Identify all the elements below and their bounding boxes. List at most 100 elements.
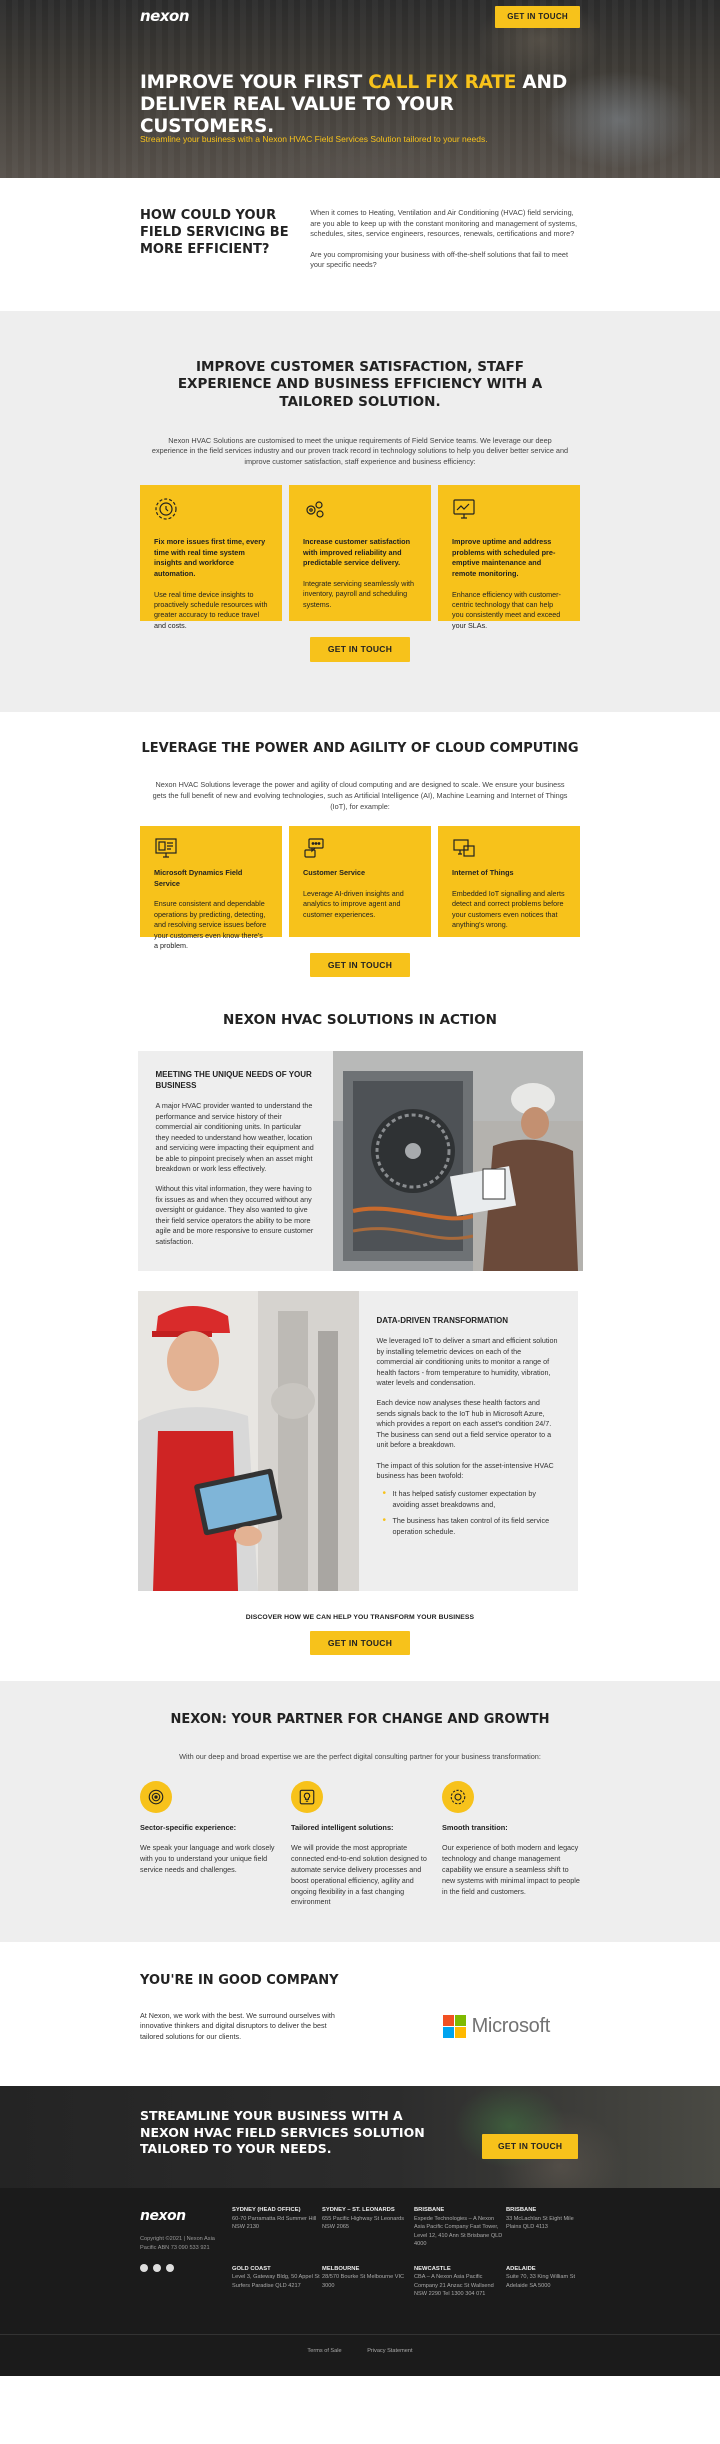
technology-card-heading: Internet of Things <box>452 868 514 878</box>
case-study-paragraph: We leveraged IoT to deliver a smart and … <box>376 1336 558 1387</box>
office-address: 655 Pacific Highway St Leonards NSW 2065 <box>322 2215 405 2231</box>
transition-icon <box>442 1780 474 1813</box>
office-list: SYDNEY (HEAD OFFICE) 60-70 Parramatta Rd … <box>232 2206 578 2298</box>
technician-tablet-illustration <box>137 1291 359 1592</box>
intro-paragraph-2: Are you compromising your business with … <box>310 249 568 270</box>
good-company-text: At Nexon, we work with the best. We surr… <box>140 2010 335 2041</box>
office-item: ADELAIDE Suite 70, 33 King William St Ade… <box>506 2265 578 2299</box>
cloud-section: LEVERAGE THE POWER AND AGILITY OF CLOUD … <box>0 712 720 998</box>
monitor-chart-icon <box>453 499 475 519</box>
office-name: BRISBANE <box>414 2207 445 2214</box>
impact-list: It has helped satisfy customer expectati… <box>377 1489 560 1537</box>
cta-band-title: STREAMLINE YOUR BUSINESS WITH A NEXON HV… <box>140 2108 425 2156</box>
technology-card: Microsoft Dynamics Field Service Ensure … <box>140 826 282 950</box>
partner-column: Smooth transition: Our experience of bot… <box>442 1780 580 1909</box>
impact-list-item: The business has taken control of its fi… <box>383 1516 560 1537</box>
network-icon <box>453 839 475 857</box>
case-study-row-1: MEETING THE UNIQUE NEEDS OF YOUR BUSINES… <box>137 1051 583 1272</box>
partner-column-text: We will provide the most appropriate con… <box>291 1843 427 1907</box>
action-section-title: NEXON HVAC SOLUTIONS IN ACTION <box>223 1012 497 1029</box>
cta-band-get-in-touch-button[interactable]: GET IN TOUCH <box>482 2134 579 2159</box>
office-item: MELBOURNE 28/570 Bourke St Melbourne VIC … <box>322 2265 414 2299</box>
technology-card-heading: Customer Service <box>303 868 366 878</box>
office-item: BRISBANE Expede Technologies – A Nexon As… <box>414 2206 506 2248</box>
technician-tablet-image <box>137 1291 359 1592</box>
intro-section: HOW COULD YOUR FIELD SERVICING BE MORE E… <box>0 178 720 311</box>
hero-subtitle: Streamline your business with a Nexon HV… <box>140 134 488 144</box>
office-item: SYDNEY (HEAD OFFICE) 60-70 Parramatta Rd … <box>232 2206 322 2248</box>
microsoft-logo: Microsoft <box>442 2012 551 2041</box>
cloud-cards: Microsoft Dynamics Field Service Ensure … <box>140 826 580 950</box>
intro-text: When it comes to Heating, Ventilation an… <box>310 208 580 271</box>
benefit-card: Improve uptime and address problems with… <box>438 485 580 630</box>
microsoft-square-yellow <box>454 2027 466 2039</box>
partner-column-heading: Smooth transition: <box>442 1822 508 1832</box>
action-get-in-touch-button[interactable]: GET IN TOUCH <box>309 1630 411 1656</box>
intro-heading: HOW COULD YOUR FIELD SERVICING BE MORE E… <box>140 208 289 257</box>
partner-column-heading: Tailored intelligent solutions: <box>291 1822 394 1832</box>
partner-columns: Sector-specific experience: We speak you… <box>140 1780 580 1909</box>
office-name: GOLD COAST <box>232 2265 271 2272</box>
technician-hvac-unit-image <box>332 1051 583 1272</box>
social-links <box>140 2264 232 2273</box>
partner-column-text: We speak your language and work closely … <box>140 1843 275 1874</box>
hero-section: nexon GET IN TOUCH IMPROVE YOUR FIRST CA… <box>0 0 720 178</box>
customer-section-lead: Nexon HVAC Solutions are customised to m… <box>151 435 569 466</box>
customer-get-in-touch-button[interactable]: GET IN TOUCH <box>309 637 411 662</box>
case-study-paragraph: Each device now analyses these health fa… <box>376 1398 552 1450</box>
technology-card-text: Embedded IoT signalling and alerts detec… <box>452 888 565 930</box>
technology-card-text: Ensure consistent and dependable operati… <box>154 899 267 951</box>
customer-satisfaction-section: IMPROVE CUSTOMER SATISFACTION, STAFF EXP… <box>0 310 720 712</box>
technology-card: Internet of Things Embedded IoT signalli… <box>438 826 580 938</box>
terms-of-sale-link[interactable]: Terms of Sale <box>307 2348 341 2354</box>
hero-title-part1: IMPROVE YOUR FIRST <box>140 72 369 93</box>
case-study-paragraph: The impact of this solution for the asse… <box>376 1460 554 1481</box>
partner-column-text: Our experience of both modern and legacy… <box>442 1843 580 1896</box>
office-address: Suite 70, 33 King William St Adelaide SA… <box>506 2274 576 2289</box>
office-name: MELBOURNE <box>322 2265 360 2272</box>
office-name: ADELAIDE <box>506 2265 536 2272</box>
privacy-statement-link[interactable]: Privacy Statement <box>367 2348 412 2354</box>
office-name: SYDNEY – ST. LEONARDS <box>322 2207 395 2214</box>
customer-cards: Fix more issues first time, every time w… <box>140 485 580 630</box>
case-study-heading: MEETING THE UNIQUE NEEDS OF YOUR BUSINES… <box>155 1070 312 1091</box>
intro-paragraph-1: When it comes to Heating, Ventilation an… <box>310 208 578 239</box>
cloud-get-in-touch-button[interactable]: GET IN TOUCH <box>309 953 411 978</box>
cloud-section-title: LEVERAGE THE POWER AND AGILITY OF CLOUD … <box>141 740 579 756</box>
linkedin-icon[interactable] <box>153 2264 161 2273</box>
office-address: 28/570 Bourke St Melbourne VIC 3000 <box>322 2274 405 2289</box>
target-icon <box>140 1780 172 1813</box>
footer-nexon-logo[interactable]: nexon <box>140 2208 186 2224</box>
chat-icon <box>304 838 324 858</box>
cta-band: STREAMLINE YOUR BUSINESS WITH A NEXON HV… <box>0 2086 720 2189</box>
benefit-card-heading: Fix more issues first time, every time w… <box>154 537 266 578</box>
lightbulb-icon <box>291 1780 323 1813</box>
office-address: 33 McLachlan St Eight Mile Plains QLD 41… <box>506 2215 574 2231</box>
office-address: Level 3, Gateway Bldg, 50 Appel St Surfe… <box>232 2274 320 2289</box>
twitter-icon[interactable] <box>166 2264 174 2273</box>
header-get-in-touch-button[interactable]: GET IN TOUCH <box>495 6 580 28</box>
benefit-card: Fix more issues first time, every time w… <box>140 485 282 630</box>
facebook-icon[interactable] <box>140 2264 148 2273</box>
cloud-section-lead: Nexon HVAC Solutions leverage the power … <box>152 780 568 811</box>
partner-section-title: NEXON: YOUR PARTNER FOR CHANGE AND GROWT… <box>170 1712 550 1728</box>
benefit-card-text: Use real time device insights to proacti… <box>154 589 268 630</box>
office-item: NEWCASTLE CBA – A Nexon Asia Pacific Comp… <box>414 2265 506 2299</box>
good-company-heading: YOU'RE IN GOOD COMPANY <box>140 1973 339 1989</box>
hero-title-highlight: CALL FIX RATE <box>368 72 517 93</box>
microsoft-wordmark: Microsoft <box>471 2015 551 2038</box>
footer-copyright: Copyright ©2021 | Nexon Asia Pacific ABN… <box>140 2236 215 2251</box>
benefit-card: Increase customer satisfaction with impr… <box>289 485 431 622</box>
office-item: SYDNEY – ST. LEONARDS 655 Pacific Highway… <box>322 2206 414 2248</box>
office-address: Expede Technologies – A Nexon Asia Pacif… <box>414 2215 503 2248</box>
impact-list-item: It has helped satisfy customer expectati… <box>383 1489 560 1510</box>
office-item: BRISBANE 33 McLachlan St Eight Mile Plain… <box>506 2206 578 2248</box>
technology-card-text: Leverage AI-driven insights and analytic… <box>303 888 404 919</box>
gear-clock-icon <box>155 498 177 520</box>
benefit-card-text: Enhance efficiency with customer-centric… <box>452 589 561 630</box>
nexon-logo[interactable]: nexon <box>140 6 190 28</box>
hero-title: IMPROVE YOUR FIRST CALL FIX RATE AND DEL… <box>140 72 580 139</box>
dashboard-icon <box>155 838 177 858</box>
case-study-paragraph: A major HVAC provider wanted to understa… <box>155 1101 314 1174</box>
partner-column-heading: Sector-specific experience: <box>140 1822 237 1832</box>
